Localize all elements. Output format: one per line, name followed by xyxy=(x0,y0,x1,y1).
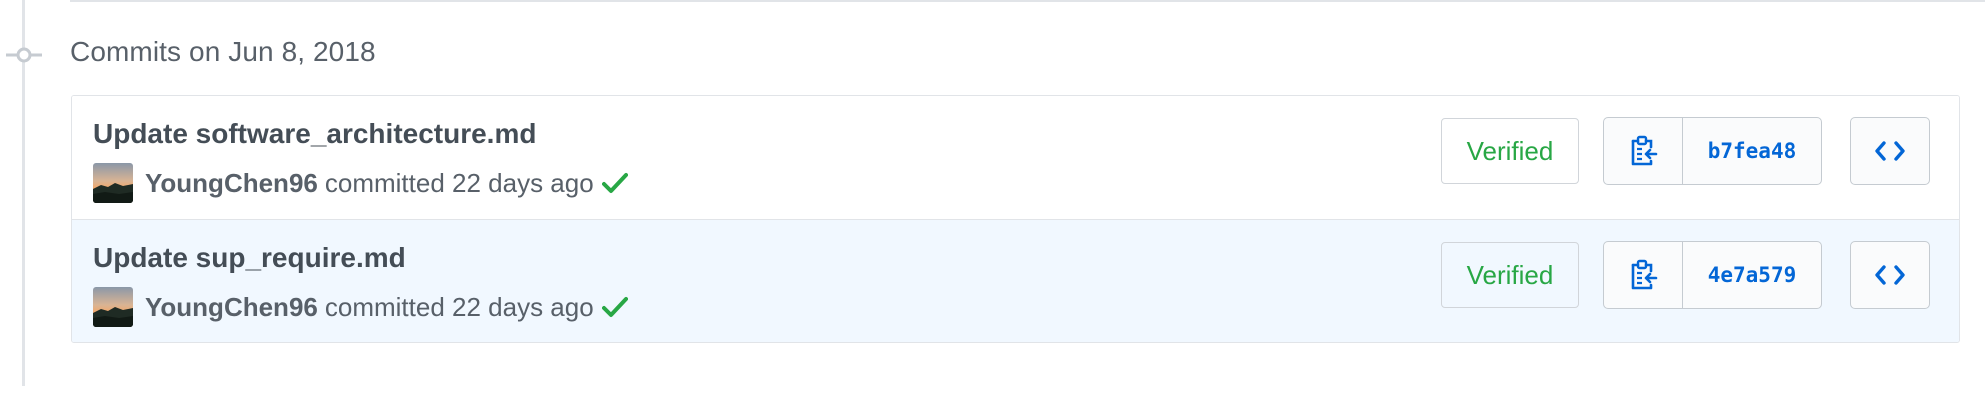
commit-author-link[interactable]: YoungChen96 xyxy=(145,168,318,199)
copy-sha-button[interactable] xyxy=(1604,242,1683,308)
avatar[interactable] xyxy=(93,287,133,327)
commit-relative-time: 22 days ago xyxy=(452,167,594,198)
copy-sha-button[interactable] xyxy=(1604,118,1683,184)
code-icon xyxy=(1875,265,1905,285)
section-divider xyxy=(70,0,1985,2)
clippy-icon xyxy=(1631,259,1658,290)
verified-badge[interactable]: Verified xyxy=(1441,242,1579,308)
browse-repository-button[interactable] xyxy=(1850,241,1930,309)
git-commit-icon xyxy=(6,47,42,63)
commit-sha-link[interactable]: 4e7a579 xyxy=(1683,242,1821,308)
commit-time-spacer xyxy=(445,292,452,323)
commit-action-text: committed xyxy=(324,291,445,322)
avatar[interactable] xyxy=(93,163,133,203)
verified-badge[interactable]: Verified xyxy=(1441,118,1579,184)
check-icon[interactable] xyxy=(601,169,630,197)
commit-meta: YoungChen96 committed 22 days ago xyxy=(93,163,630,203)
commit-meta: YoungChen96 committed 22 days ago xyxy=(93,287,630,327)
code-icon xyxy=(1875,141,1905,161)
commit-title-link[interactable]: Update software_architecture.md xyxy=(93,118,536,150)
commit-row: Update software_architecture.md YoungChe… xyxy=(72,96,1959,219)
commit-sha-group: 4e7a579 xyxy=(1603,241,1822,309)
browse-repository-button[interactable] xyxy=(1850,117,1930,185)
commit-time-spacer xyxy=(445,168,452,199)
check-icon[interactable] xyxy=(601,293,630,321)
commit-relative-time: 22 days ago xyxy=(452,291,594,322)
clippy-icon xyxy=(1631,135,1658,166)
commit-list: Update software_architecture.md YoungChe… xyxy=(71,95,1960,343)
commit-sha-link[interactable]: b7fea48 xyxy=(1683,118,1821,184)
commit-group-title: Commits on Jun 8, 2018 xyxy=(70,36,376,67)
commit-action-text: committed xyxy=(324,167,445,198)
commit-sha-group: b7fea48 xyxy=(1603,117,1822,185)
commit-row: Update sup_require.md YoungChen96 commit… xyxy=(72,219,1959,342)
commit-author-link[interactable]: YoungChen96 xyxy=(145,292,318,323)
commit-title-link[interactable]: Update sup_require.md xyxy=(93,242,406,274)
